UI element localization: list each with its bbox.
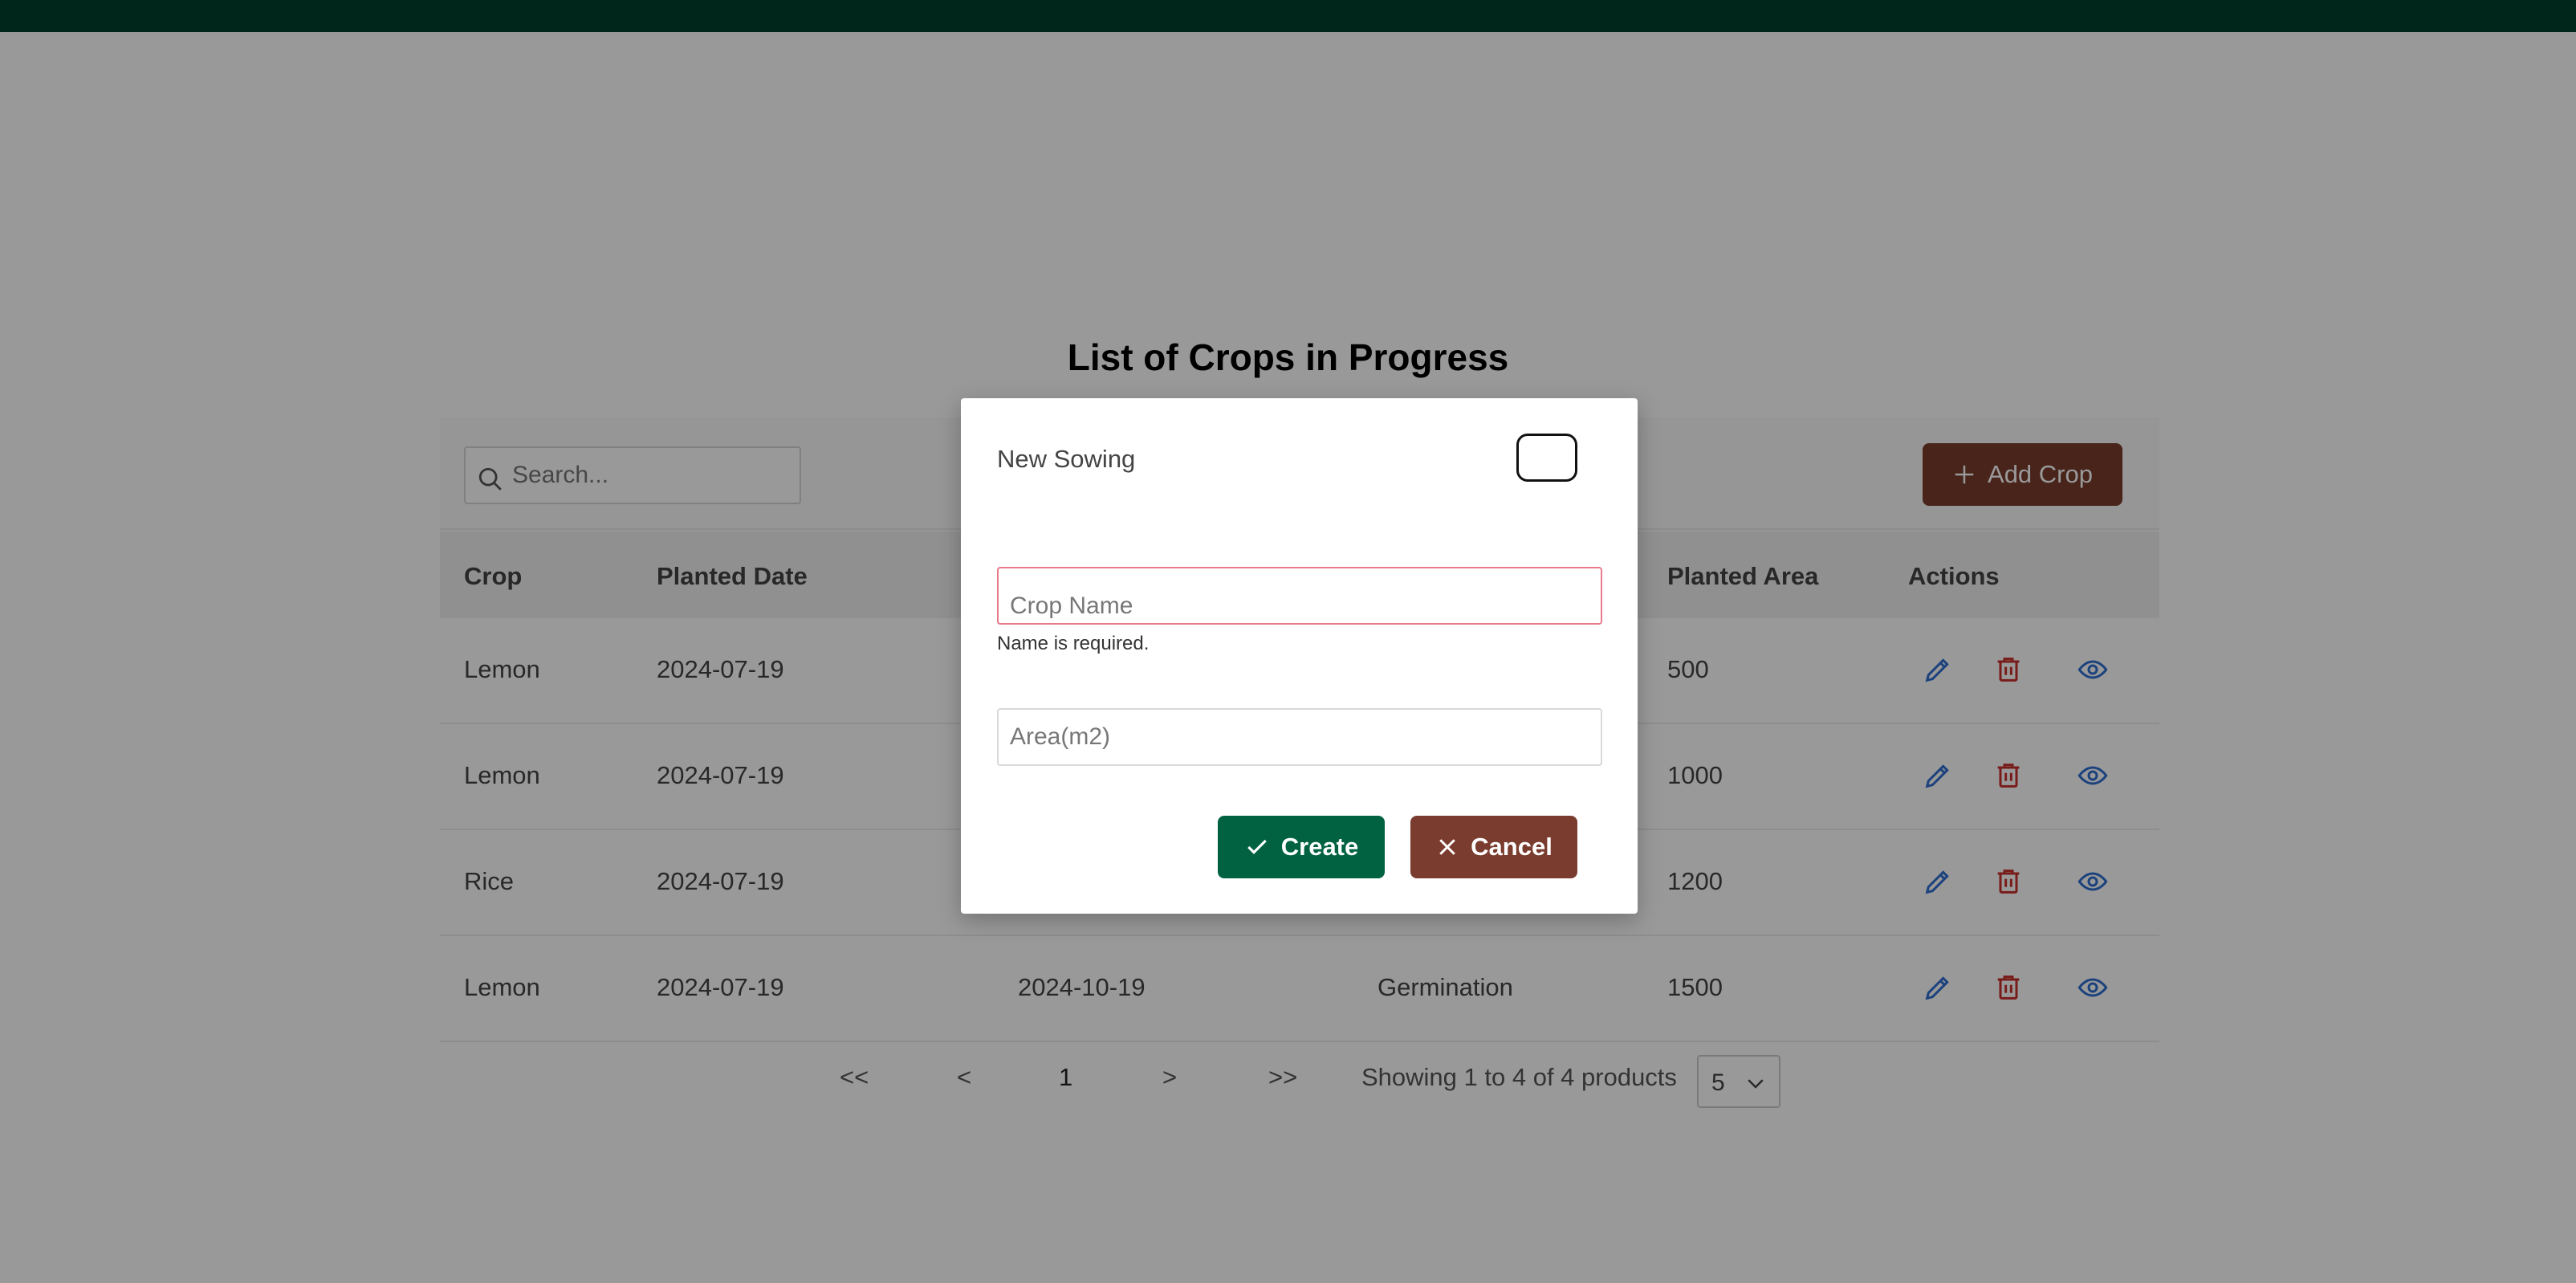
area-input[interactable] — [997, 708, 1602, 766]
create-button[interactable]: Create — [1218, 816, 1385, 878]
create-label: Create — [1280, 833, 1359, 861]
cancel-button[interactable]: Cancel — [1410, 816, 1577, 878]
x-icon — [1439, 839, 1455, 855]
dialog-title: New Sowing — [997, 445, 1136, 473]
cancel-label: Cancel — [1471, 833, 1553, 861]
close-button[interactable] — [1516, 434, 1577, 482]
check-icon — [1247, 839, 1267, 854]
new-sowing-dialog: New Sowing Name is required. Create Canc… — [961, 398, 1638, 914]
crop-name-input[interactable] — [997, 567, 1602, 625]
crop-name-error: Name is required. — [997, 633, 1150, 654]
